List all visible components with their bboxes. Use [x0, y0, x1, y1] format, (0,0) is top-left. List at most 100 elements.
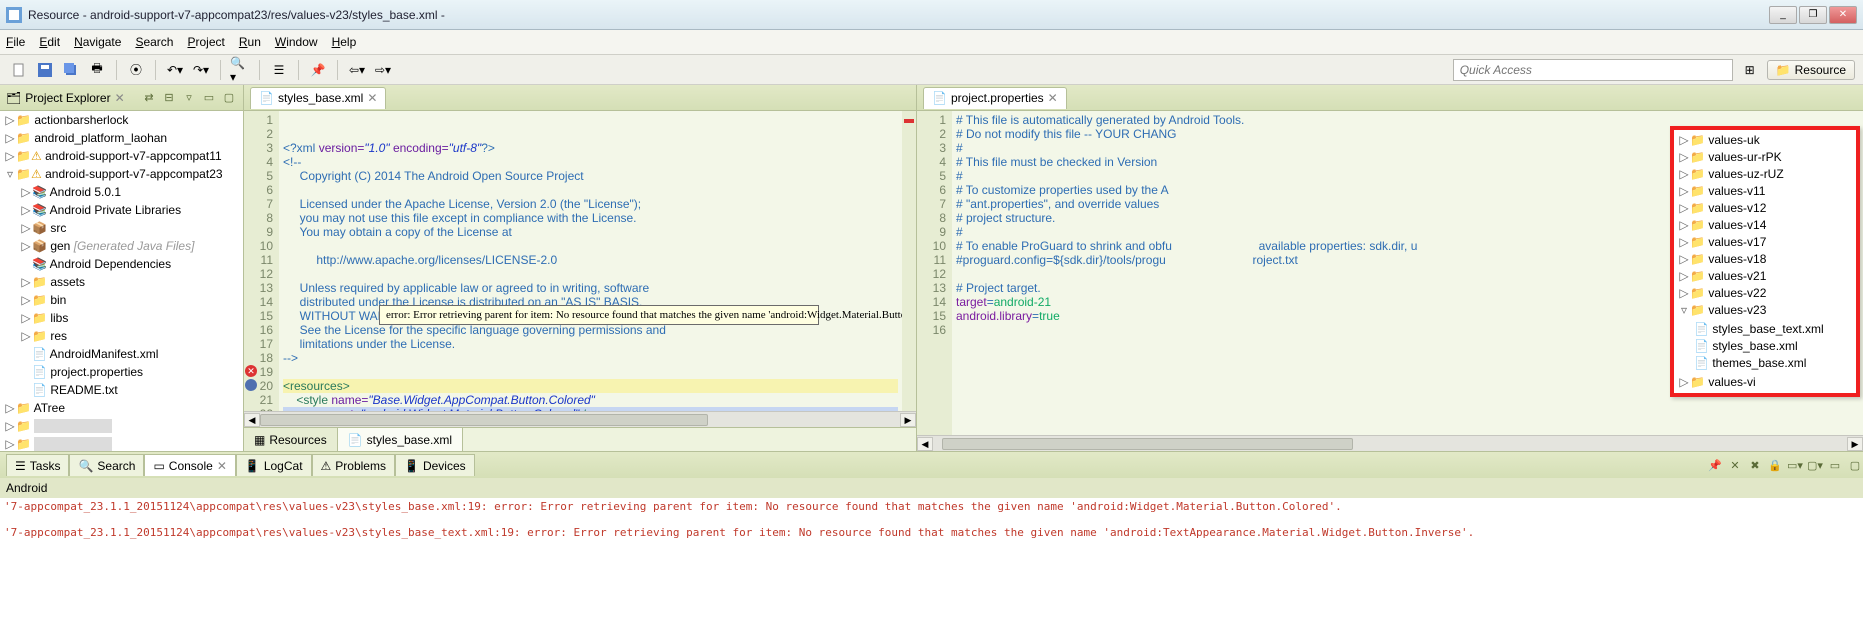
tree-item[interactable]: ▷📁 values-v11 [1678, 183, 1852, 200]
design-tab-source[interactable]: 📄 styles_base.xml [338, 428, 463, 451]
tree-item[interactable]: ▷📁 bin [20, 291, 243, 309]
overview-ruler[interactable] [902, 111, 916, 411]
save-all-button[interactable] [60, 59, 82, 81]
menu-project[interactable]: Project [187, 35, 224, 49]
view-menu-icon[interactable]: ▿ [181, 90, 197, 106]
bottom-tab-tasks[interactable]: ☰Tasks [6, 454, 69, 476]
tree-item[interactable]: 📄 AndroidManifest.xml [20, 345, 243, 363]
tree-item[interactable]: ▷📁 assets [20, 273, 243, 291]
tree-item[interactable]: ▷📁 values-v18 [1678, 251, 1852, 268]
perspective-resource[interactable]: 📁 Resource [1767, 60, 1855, 80]
editor-tab-styles-base[interactable]: 📄 styles_base.xml ✕ [250, 87, 386, 109]
save-button[interactable] [34, 59, 56, 81]
tree-item[interactable]: ▷📚 Android 5.0.1 [20, 183, 243, 201]
menu-search[interactable]: Search [135, 35, 173, 49]
tree-item[interactable]: 📄 themes_base.xml [1682, 355, 1848, 372]
editor-right-hscroll[interactable]: ◀ ▶ [917, 435, 1863, 451]
minimize-pane-icon[interactable]: ▭ [201, 90, 217, 106]
console-remove-icon[interactable]: ✕ [1727, 457, 1743, 473]
tree-item[interactable]: 📚 Android Dependencies [20, 255, 243, 273]
console-output[interactable]: '7-appcompat_23.1.1_20151124\appcompat\r… [0, 498, 1863, 626]
tree-item[interactable]: ▷📦 src [20, 219, 243, 237]
menu-window[interactable]: Window [275, 35, 318, 49]
editor-left-body[interactable]: 123456789101112131415161718✕19202122 <?x… [244, 111, 916, 411]
editor-right-body[interactable]: 12345678910111213141516 # This file is a… [917, 111, 1863, 435]
editor-left-hscroll[interactable]: ◀ ▶ [244, 411, 916, 427]
tree-item[interactable]: ▷📁 values-v14 [1678, 217, 1852, 234]
tree-popup-values-folders[interactable]: ▷📁 values-uk ▷📁 values-ur-rPK ▷📁 values-… [1670, 126, 1860, 397]
tree-item[interactable]: ▷📁 values-v21 [1678, 268, 1852, 285]
tree-item[interactable]: ▷📁 ATree [4, 399, 243, 417]
tree-item[interactable]: 📄 README.txt [20, 381, 243, 399]
link-editor-icon[interactable]: ⇄ [141, 90, 157, 106]
maximize-button[interactable]: ❐ [1799, 6, 1827, 24]
menu-run[interactable]: Run [239, 35, 261, 49]
tree-item[interactable]: ▷📁 values-ur-rPK [1678, 149, 1852, 166]
tree-item[interactable]: ▿📁 values-v23 [1678, 302, 1852, 319]
nav-forward-button[interactable]: ⇨▾ [372, 59, 394, 81]
tree-item[interactable]: ▷📁 values-v22 [1678, 285, 1852, 302]
tree-item[interactable]: ▷📁 values-v17 [1678, 234, 1852, 251]
console-pin-icon[interactable]: 📌 [1707, 457, 1723, 473]
scroll-left-icon[interactable]: ◀ [917, 437, 933, 451]
tree-item[interactable]: 📄 styles_base.xml [1682, 338, 1848, 355]
scroll-right-icon[interactable]: ▶ [900, 413, 916, 427]
bottom-tab-console[interactable]: ▭Console ✕ [144, 454, 235, 476]
maximize-pane-icon[interactable]: ▢ [1847, 457, 1863, 473]
minimize-pane-icon[interactable]: ▭ [1827, 457, 1843, 473]
console-open-icon[interactable]: ▢▾ [1807, 457, 1823, 473]
quick-access-input[interactable] [1453, 59, 1733, 81]
print-button[interactable]: 🖶 [86, 59, 108, 81]
tree-item[interactable]: ▷📁 actionbarsherlock [4, 111, 243, 129]
menu-navigate[interactable]: Navigate [74, 35, 121, 49]
minimize-button[interactable]: _ [1769, 6, 1797, 24]
bottom-tab-logcat[interactable]: 📱LogCat [236, 454, 312, 476]
scroll-right-icon[interactable]: ▶ [1847, 437, 1863, 451]
maximize-pane-icon[interactable]: ▢ [221, 90, 237, 106]
editor-left-code[interactable]: <?xml version="1.0" encoding="utf-8"?><!… [279, 111, 902, 411]
console-lock-icon[interactable]: 🔒 [1767, 457, 1783, 473]
outline-button[interactable]: ☰ [268, 59, 290, 81]
skip-breakpoints-button[interactable]: ⦿ [125, 59, 147, 81]
tree-item[interactable]: 📄 styles_base_text.xml [1682, 321, 1848, 338]
tree-item[interactable]: ▷📁 values-uz-rUZ [1678, 166, 1852, 183]
menu-edit[interactable]: Edit [39, 35, 60, 49]
tree-item[interactable]: ▿📁⚠ android-support-v7-appcompat23 [4, 165, 243, 183]
console-select-icon[interactable]: ▭▾ [1787, 457, 1803, 473]
title-bar: Resource - android-support-v7-appcompat2… [0, 0, 1863, 30]
close-button[interactable]: ✕ [1829, 6, 1857, 24]
tree-item[interactable]: ▷📦 gen [Generated Java Files] [20, 237, 243, 255]
search-dropdown[interactable]: 🔍▾ [229, 59, 251, 81]
tree-item[interactable]: ▷📁 libs [20, 309, 243, 327]
tree-item[interactable]: ▷📁 res [20, 327, 243, 345]
tree-item[interactable]: ▷📁 android_platform_laohan [4, 129, 243, 147]
project-explorer-icon: 🗂 [6, 91, 21, 105]
tree-item[interactable]: ▷📁⚠ android-support-v7-appcompat11 [4, 147, 243, 165]
design-tab-resources[interactable]: ▦ Resources [244, 428, 338, 451]
close-tab-icon[interactable]: ✕ [217, 459, 227, 473]
back-dropdown[interactable]: ↶▾ [164, 59, 186, 81]
collapse-all-icon[interactable]: ⊟ [161, 90, 177, 106]
close-tab-icon[interactable]: ✕ [1048, 91, 1058, 105]
menu-help[interactable]: Help [332, 35, 357, 49]
menu-file[interactable]: File [6, 35, 25, 49]
console-remove-all-icon[interactable]: ✖ [1747, 457, 1763, 473]
pin-button[interactable]: 📌 [307, 59, 329, 81]
tab-close-icon[interactable]: ✕ [115, 91, 125, 105]
tree-item[interactable]: 📄 project.properties [20, 363, 243, 381]
close-tab-icon[interactable]: ✕ [367, 91, 377, 105]
nav-back-button[interactable]: ⇦▾ [346, 59, 368, 81]
project-tree[interactable]: ▷📁 actionbarsherlock ▷📁 android_platform… [0, 111, 243, 451]
bottom-tab-search[interactable]: 🔍Search [69, 454, 144, 476]
forward-dropdown[interactable]: ↷▾ [190, 59, 212, 81]
tree-item[interactable]: ▷📁 values-uk [1678, 132, 1852, 149]
tree-item[interactable]: ▷📚 Android Private Libraries [20, 201, 243, 219]
scroll-left-icon[interactable]: ◀ [244, 413, 260, 427]
new-button[interactable] [8, 59, 30, 81]
editor-tab-project-properties[interactable]: 📄 project.properties ✕ [923, 87, 1067, 109]
bottom-tab-problems[interactable]: ⚠Problems [312, 454, 395, 476]
tree-item[interactable]: ▷📁 values-v12 [1678, 200, 1852, 217]
tree-item[interactable]: ▷📁 values-vi [1678, 374, 1852, 391]
open-perspective-button[interactable]: ⊞ [1739, 59, 1761, 81]
bottom-tab-devices[interactable]: 📱Devices [395, 454, 475, 476]
